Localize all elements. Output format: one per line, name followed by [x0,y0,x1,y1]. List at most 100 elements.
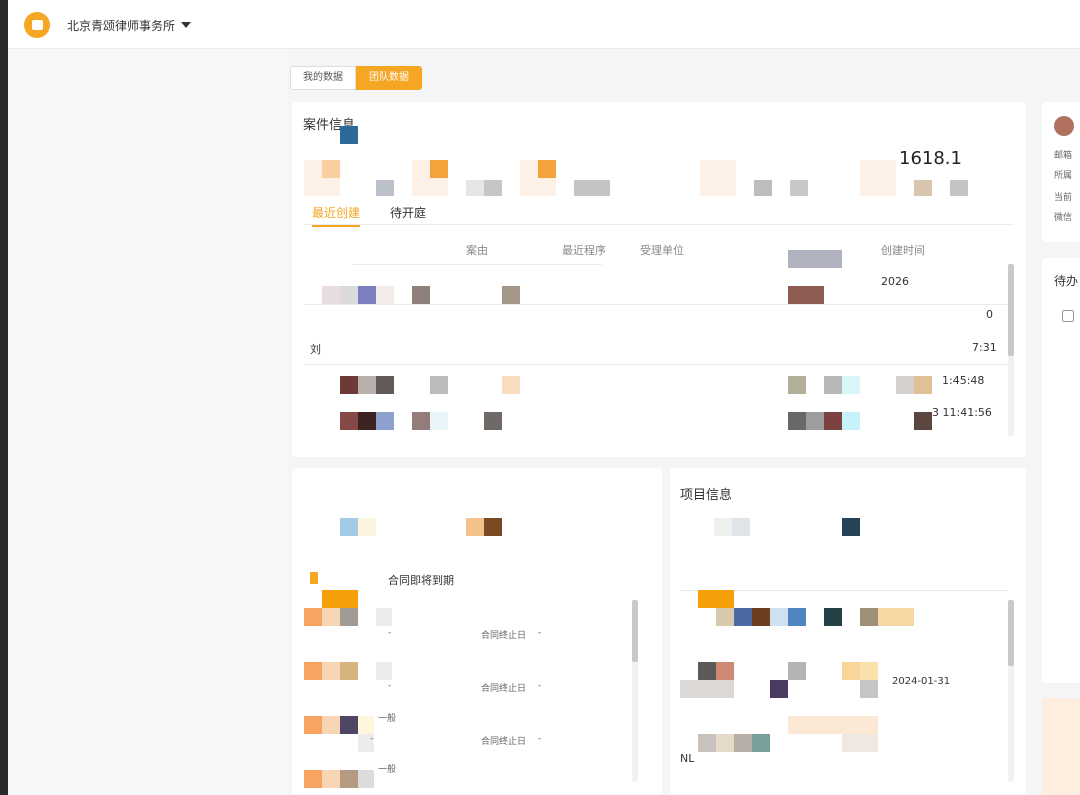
column-header-latest-procedure: 最近程序 [562,244,606,257]
redacted-block [824,412,842,430]
stat-value-redacted [484,180,502,196]
window-edge [0,0,8,795]
column-header-cause: 案由 [466,244,488,257]
redacted-block [824,608,842,626]
redacted-block [376,662,392,680]
divider [352,264,602,265]
profile-card: 邮箱 所属 当前 微信 [1042,102,1080,242]
redacted-block [698,590,734,608]
redacted-block [860,662,878,680]
redacted-block [732,518,750,536]
redacted-block [358,770,374,788]
redacted-block [412,286,430,304]
redacted-block [322,770,340,788]
redacted-block [340,770,358,788]
column-header-court: 受理单位 [640,244,684,257]
project-scrollbar-thumb[interactable] [1008,600,1014,666]
redacted-block [502,286,520,304]
redacted-block [340,286,358,304]
contract-end-date-value: - [538,681,542,691]
redacted-block [376,286,394,304]
contract-end-date-value: - [538,628,542,638]
stat-icon [538,160,556,178]
project-info-title: 项目信息 [680,488,733,503]
chevron-down-icon[interactable] [181,22,191,28]
redacted-block [376,412,394,430]
redacted-block [770,608,788,626]
redacted-block [842,376,860,394]
redacted-block [430,412,448,430]
redacted-block [716,734,734,752]
redacted-block [914,376,932,394]
stat-amount: 1618.1 [899,148,962,169]
redacted-block [322,608,340,626]
redacted-block [788,716,878,734]
redacted-block [734,734,752,752]
todo-checkbox[interactable] [1062,310,1074,322]
redacted-block [698,734,716,752]
column-header-created-time: 创建时间 [881,244,925,257]
stat-icon [430,160,448,178]
project-info-card: 项目信息 2024-01-31 NL [670,468,1026,795]
redacted-block [806,412,824,430]
stat-icon [860,160,896,196]
stat-value-redacted [790,180,808,196]
contract-info-card: 合同即将到期 - 合同终止日 - - 合同终止日 - 一般 - 合同终止日 - … [292,468,662,795]
redacted-block [914,412,932,430]
redacted-block [484,518,502,536]
divider [304,224,1014,225]
org-name[interactable]: 北京青颂律师事务所 [67,17,175,34]
firm-logo-icon[interactable] [24,12,50,38]
redacted-block [716,662,734,680]
redacted-block [842,412,860,430]
redacted-block [304,770,322,788]
redacted-block [842,518,860,536]
table-scrollbar-thumb[interactable] [1008,264,1014,356]
redacted-block [358,716,374,734]
redacted-block [714,518,732,536]
contract-dash: - [388,681,392,691]
redacted-block [340,126,358,144]
redacted-block [304,608,322,626]
redacted-block [430,376,448,394]
tab-team-data[interactable]: 团队数据 [356,66,422,90]
redacted-block [752,608,770,626]
redacted-block [466,518,484,536]
redacted-block [788,412,806,430]
avatar[interactable] [1054,116,1074,136]
redacted-block [788,250,842,268]
project-row-prefix: NL [680,752,695,765]
stat-icon [322,160,340,178]
table-row-name: 刘 [310,343,321,356]
stat-value-redacted [754,180,772,196]
contract-scrollbar-thumb[interactable] [632,600,638,662]
redacted-block [484,412,502,430]
redacted-block [322,716,340,734]
top-bar: 北京青颂律师事务所 [8,0,1080,49]
tab-pending-hearing[interactable]: 待开庭 [390,204,426,221]
redacted-block [896,376,914,394]
redacted-block [788,376,806,394]
redacted-block [680,680,734,698]
redacted-block [340,412,358,430]
redacted-block [358,518,376,536]
profile-email-label: 邮箱 [1054,151,1073,161]
redacted-block [376,376,394,394]
redacted-block [734,608,752,626]
divider [304,304,1014,305]
contract-end-date-label: 合同终止日 [481,684,527,694]
contract-dash: - [370,734,374,744]
redacted-block [358,286,376,304]
contract-end-date-label: 合同终止日 [481,737,527,747]
contract-dash: - [388,628,392,638]
redacted-block [824,376,842,394]
project-date: 2024-01-31 [892,676,951,687]
contract-expiring-subtitle: 合同即将到期 [388,574,454,587]
redacted-block [842,734,878,752]
tab-my-data[interactable]: 我的数据 [290,66,356,90]
profile-current-label: 当前 [1054,193,1073,203]
table-row-time: 1:45:48 [942,374,985,387]
stat-value-redacted [376,180,394,196]
stat-value-redacted [914,180,932,196]
redacted-block [752,734,770,752]
